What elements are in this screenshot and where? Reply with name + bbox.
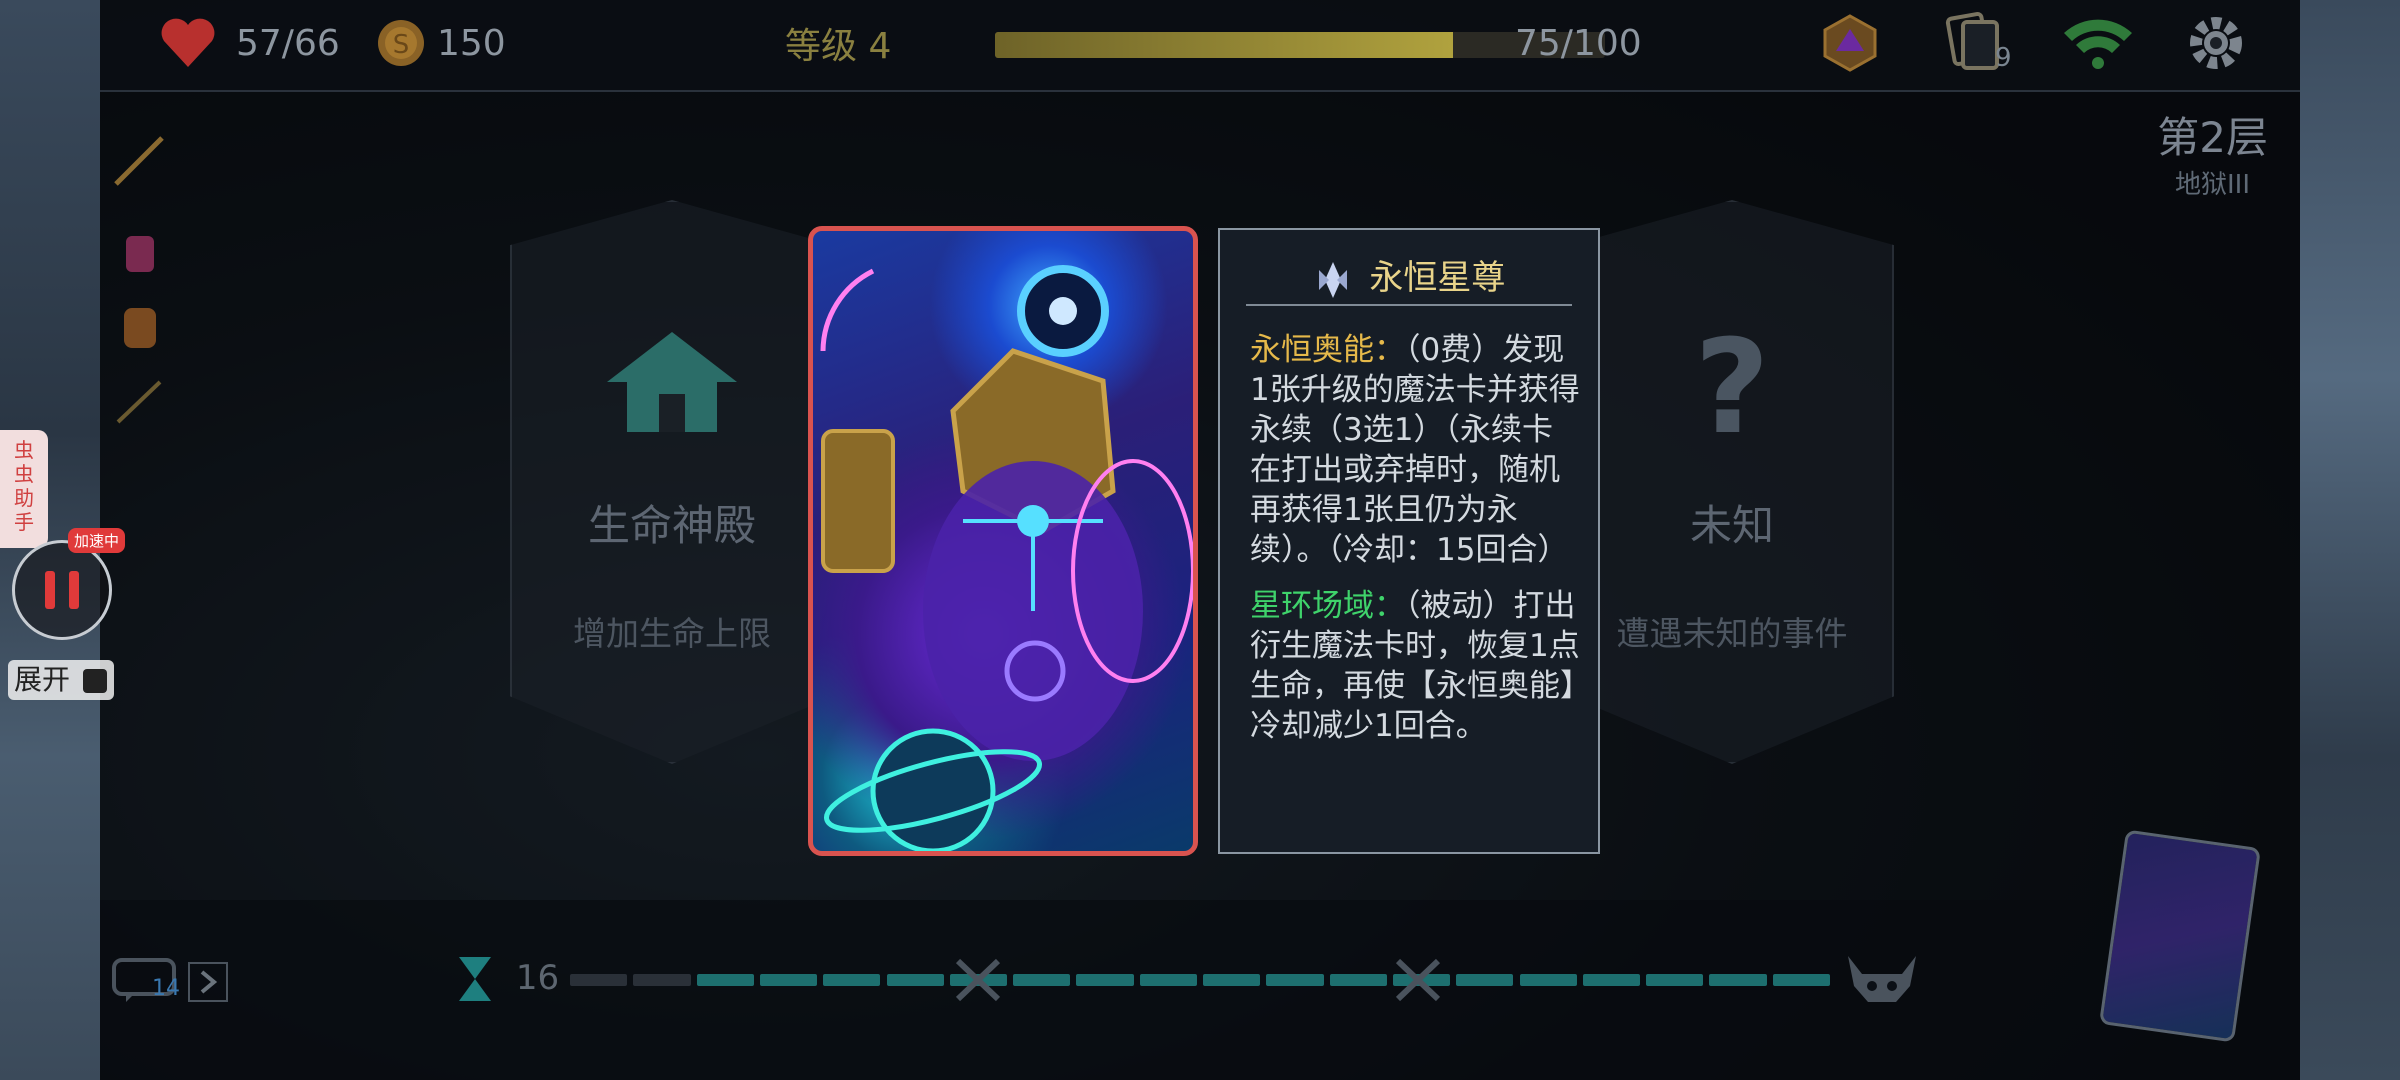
- progress-segment: [1139, 974, 1197, 986]
- question-icon: ?: [1694, 312, 1769, 452]
- gold-value: 150: [437, 22, 506, 64]
- progress-segment: [1772, 974, 1830, 986]
- progress-segment: [1582, 974, 1641, 986]
- level-text: 等级 4: [785, 26, 892, 67]
- card-preview: [808, 226, 1198, 856]
- choice-desc: 遭遇未知的事件: [1616, 614, 1848, 653]
- progress-segment: [1646, 974, 1704, 986]
- ability-1: 永恒奥能：（0费）发现1张升级的魔法卡并获得永续（3选1）（永续卡在打出或弃掉时…: [1250, 330, 1580, 570]
- floor-subtitle: 地狱III: [2174, 170, 2250, 200]
- progress-segment: [1013, 974, 1071, 986]
- xp-bar: [995, 32, 1605, 58]
- progress-segment: [1076, 974, 1134, 986]
- helper-name: 虫虫助手: [14, 438, 34, 534]
- progress-segment: [823, 974, 881, 986]
- deck-button[interactable]: 9: [1945, 12, 2012, 73]
- bottom-bar: [100, 900, 2300, 1080]
- chevron-right-icon: [200, 970, 218, 994]
- hp-value: 57/66: [236, 22, 340, 64]
- ability-1-name: 永恒奥能：: [1250, 332, 1405, 368]
- progress-segment: [570, 974, 628, 986]
- mask-relic-icon[interactable]: [110, 298, 170, 358]
- hp-display: 57/66: [160, 18, 340, 68]
- choice-title: 生命神殿: [587, 501, 756, 550]
- settings-button[interactable]: [2185, 17, 2247, 69]
- potion-relic-icon[interactable]: [110, 224, 170, 284]
- choice-title: 未知: [1689, 501, 1774, 550]
- heart-icon: [161, 18, 215, 67]
- gold-display: S 150: [375, 18, 506, 68]
- hourglass-icon: [459, 957, 491, 1001]
- top-hud: 57/66 S 150 等级 4 75/100 9: [100, 0, 2300, 92]
- turn-counter: 16: [455, 955, 559, 1003]
- d20-dice-icon: [1823, 14, 1877, 72]
- battle-node-icon: [955, 958, 1001, 1002]
- floor-title: 第2层: [2157, 113, 2268, 162]
- ability-1-cost: （0费）: [1405, 332, 1503, 368]
- sword-relic-icon[interactable]: [110, 372, 170, 432]
- battle-node-icon: [1395, 958, 1441, 1002]
- card-tooltip: 永恒星尊 永恒奥能：（0费）发现1张升级的魔法卡并获得永续（3选1）（永续卡在打…: [1218, 228, 1600, 854]
- progress-segment: [886, 974, 944, 986]
- helper-tab[interactable]: 虫虫助手: [0, 430, 48, 548]
- svg-text:S: S: [393, 30, 410, 60]
- accelerating-badge: 加速中: [68, 528, 126, 553]
- expand-icon: [82, 669, 107, 693]
- progress-segment: [1266, 974, 1324, 986]
- ability-2: 星环场域：（被动）打出衍生魔法卡时，恢复1点生命，再使【永恒奥能】冷却减少1回合…: [1250, 586, 1580, 746]
- xp-bar-fill: [995, 32, 1453, 58]
- right-edge-scenery: [2300, 0, 2400, 1080]
- xp-text: 75/100: [1515, 18, 1642, 68]
- progress-segment: [1456, 974, 1514, 986]
- tooltip-divider: [1246, 304, 1572, 306]
- chat-expand-button[interactable]: [188, 962, 228, 1002]
- progress-segment: [1329, 974, 1387, 986]
- level-label: 等级 4: [785, 18, 891, 68]
- relic-column: [110, 130, 170, 436]
- svg-text:?: ?: [1694, 312, 1769, 452]
- network-status: [2060, 18, 2136, 69]
- choice-unknown[interactable]: ? 未知 遭遇未知的事件: [1570, 200, 1894, 764]
- choice-desc: 增加生命上限: [573, 614, 771, 653]
- hero-card-thumbnail[interactable]: [2099, 829, 2261, 1043]
- progress-segment: [759, 974, 818, 986]
- progress-segment: [1709, 974, 1767, 986]
- card-art: [820, 265, 1193, 851]
- xp-value: 75/100: [1515, 22, 1642, 64]
- ability-2-type: （被动）: [1405, 588, 1514, 624]
- choice-life-temple[interactable]: 生命神殿 增加生命上限: [510, 200, 834, 764]
- turn-count: 16: [515, 957, 560, 998]
- tooltip-header: 永恒星尊: [1220, 250, 1598, 300]
- boss-skull-icon: [1848, 956, 1916, 1002]
- pause-button[interactable]: [12, 540, 112, 640]
- chat-count: 14: [152, 976, 180, 1001]
- gear-icon: [2190, 17, 2242, 69]
- progress-segment: [633, 974, 691, 986]
- dice-button[interactable]: [1820, 14, 1880, 72]
- card-name: 永恒星尊: [1369, 258, 1506, 298]
- progress-segment: [696, 974, 754, 986]
- temple-icon: [607, 332, 737, 432]
- pause-icon: [45, 571, 79, 609]
- progress-segment: [1519, 974, 1577, 986]
- coin-icon: S: [378, 20, 424, 66]
- expand-label: 展开: [14, 663, 71, 696]
- crystal-star-icon: [1318, 261, 1347, 298]
- ability-2-name: 星环场域：: [1250, 588, 1405, 624]
- expand-button[interactable]: 展开: [8, 660, 114, 700]
- tooltip-body: 永恒奥能：（0费）发现1张升级的魔法卡并获得永续（3选1）（永续卡在打出或弃掉时…: [1250, 330, 1580, 762]
- progress-segment: [1203, 974, 1261, 986]
- spear-relic-icon[interactable]: [110, 130, 170, 190]
- wifi-icon: [2064, 19, 2132, 69]
- deck-count: 9: [1995, 43, 2012, 73]
